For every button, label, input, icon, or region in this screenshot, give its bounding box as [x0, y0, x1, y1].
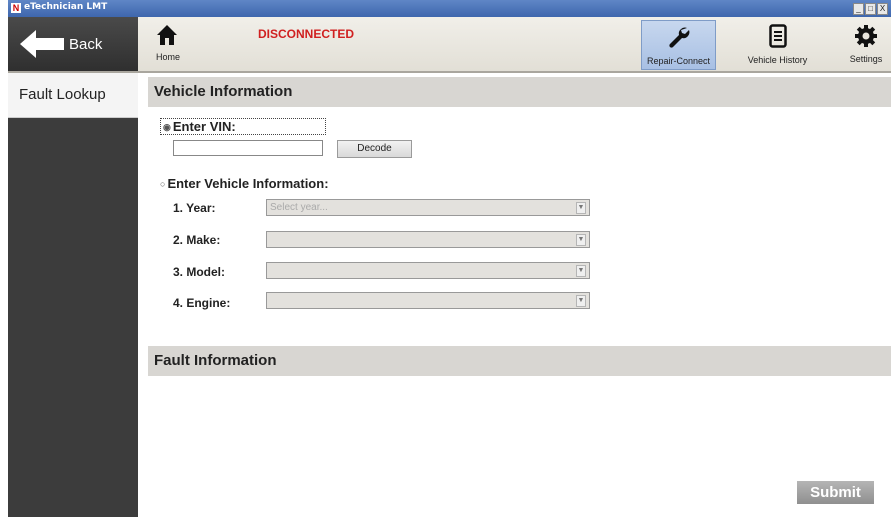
- settings-label: Settings: [849, 54, 883, 64]
- engine-label: 4. Engine:: [173, 296, 231, 310]
- repair-connect-button[interactable]: Repair-Connect: [641, 20, 716, 70]
- close-button[interactable]: X: [877, 3, 888, 15]
- model-select[interactable]: ▼: [266, 262, 590, 279]
- chevron-down-icon: ▼: [576, 202, 586, 214]
- vehicle-information-header: Vehicle Information: [148, 77, 891, 107]
- back-label: Back: [69, 36, 103, 53]
- chevron-down-icon: ▼: [576, 265, 586, 277]
- make-label: 2. Make:: [173, 233, 221, 247]
- decode-button[interactable]: Decode: [337, 140, 412, 158]
- model-label: 3. Model:: [173, 265, 226, 279]
- app-logo-icon: N: [11, 3, 21, 13]
- year-label: 1. Year:: [173, 201, 216, 215]
- sidebar: Fault Lookup: [8, 73, 138, 517]
- fault-information-header: Fault Information: [148, 346, 891, 376]
- submit-button[interactable]: Submit: [797, 481, 874, 504]
- gear-icon: [855, 25, 877, 47]
- window-controls: _ □ X: [853, 3, 888, 15]
- document-icon: [768, 24, 787, 48]
- maximize-button[interactable]: □: [865, 3, 876, 15]
- window-titlebar: N eTechnician LMT _ □ X: [8, 0, 891, 17]
- make-select[interactable]: ▼: [266, 231, 590, 248]
- enter-vin-option[interactable]: ◉ Enter VIN:: [160, 118, 326, 135]
- engine-select[interactable]: ▼: [266, 292, 590, 309]
- back-arrow-icon: [20, 30, 64, 58]
- vin-radio-icon[interactable]: ◉: [163, 122, 171, 132]
- minimize-button[interactable]: _: [853, 3, 864, 15]
- enter-vehicle-info-option[interactable]: ○ Enter Vehicle Information:: [160, 176, 329, 191]
- home-label: Home: [156, 52, 181, 62]
- toolbar: Back Home DISCONNECTED Repair-Connect Ve…: [8, 17, 891, 73]
- chevron-down-icon: ▼: [576, 234, 586, 246]
- settings-button[interactable]: Settings: [844, 20, 888, 68]
- home-icon: [157, 25, 177, 45]
- home-button[interactable]: Home: [156, 20, 186, 68]
- window-title: eTechnician LMT: [24, 2, 108, 12]
- connection-status: DISCONNECTED: [258, 27, 355, 41]
- year-select-value: Select year...: [270, 202, 328, 213]
- sidebar-item-fault-lookup[interactable]: Fault Lookup: [8, 73, 138, 118]
- chevron-down-icon: ▼: [576, 295, 586, 307]
- enter-vin-label: Enter VIN:: [172, 119, 236, 134]
- back-button[interactable]: Back: [8, 17, 138, 71]
- wrench-icon: [668, 27, 689, 48]
- enter-vehicle-info-label: Enter Vehicle Information:: [167, 176, 329, 191]
- vin-input[interactable]: [173, 140, 323, 156]
- vehicle-history-label: Vehicle History: [747, 55, 808, 65]
- repair-connect-label: Repair-Connect: [646, 56, 711, 66]
- year-select[interactable]: Select year... ▼: [266, 199, 590, 216]
- vehicle-history-button[interactable]: Vehicle History: [740, 20, 815, 68]
- vehicle-info-radio-icon[interactable]: ○: [160, 179, 165, 189]
